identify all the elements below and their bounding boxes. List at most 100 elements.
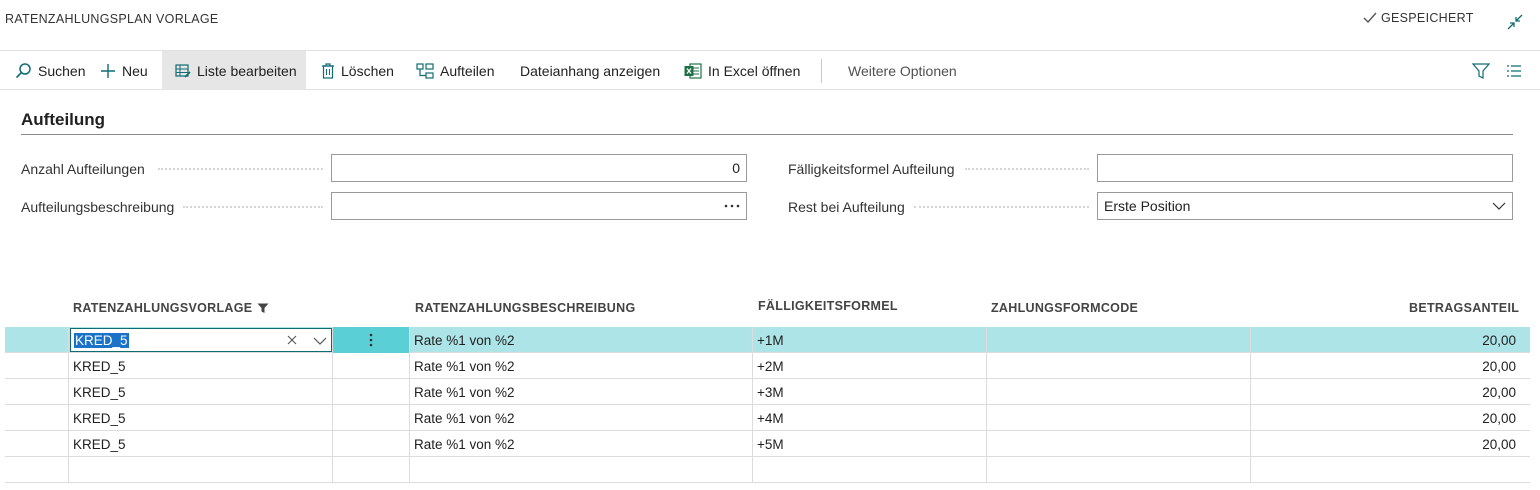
amount-share-cell[interactable] — [1250, 457, 1530, 483]
excel-icon — [684, 62, 702, 79]
row-selector[interactable] — [5, 327, 68, 353]
show-attachment-button[interactable]: Dateianhang anzeigen — [520, 51, 660, 90]
action-bar: Suchen Neu Liste bearbeiten Löschen Auft… — [0, 50, 1540, 90]
remainder-label: Rest bei Aufteilung — [788, 199, 905, 215]
description-cell[interactable]: Rate %1 von %2 — [409, 405, 752, 431]
remainder-select[interactable]: Erste Position — [1097, 192, 1513, 220]
description-cell[interactable]: Rate %1 von %2 — [409, 327, 752, 353]
template-cell[interactable]: KRED_5 — [68, 405, 332, 431]
num-splits-leader — [158, 168, 323, 170]
open-in-excel-button[interactable]: In Excel öffnen — [684, 51, 800, 90]
due-formula-cell[interactable]: +3M — [752, 379, 986, 405]
description-cell[interactable]: Rate %1 von %2 — [409, 431, 752, 457]
edit-list-button[interactable]: Liste bearbeiten — [162, 51, 306, 90]
split-description-field[interactable] — [331, 192, 747, 220]
payment-method-cell[interactable] — [986, 405, 1250, 431]
table-row[interactable]: KRED_5 Rate %1 von %2 +5M 20,00 — [5, 431, 1530, 457]
template-cell[interactable] — [68, 457, 332, 483]
row-menu-cell[interactable] — [332, 327, 409, 353]
description-cell[interactable]: Rate %1 von %2 — [409, 379, 752, 405]
filter-funnel-icon — [257, 303, 269, 314]
chevron-down-icon[interactable] — [313, 337, 327, 345]
due-formula-field[interactable] — [1097, 154, 1513, 182]
amount-share-cell[interactable]: 20,00 — [1250, 327, 1530, 353]
template-cell[interactable]: KRED_5 — [68, 431, 332, 457]
clear-icon[interactable] — [287, 335, 297, 345]
section-title: Aufteilung — [21, 110, 106, 129]
amount-share-cell[interactable]: 20,00 — [1250, 353, 1530, 379]
row-menu-cell[interactable] — [332, 353, 409, 379]
due-formula-cell[interactable]: +1M — [752, 327, 986, 353]
payment-method-cell[interactable] — [986, 457, 1250, 483]
row-menu-cell[interactable] — [332, 405, 409, 431]
search-button[interactable]: Suchen — [14, 51, 85, 90]
num-splits-value: 0 — [732, 160, 740, 176]
description-cell[interactable]: Rate %1 von %2 — [409, 353, 752, 379]
template-cell[interactable]: KRED_5 — [68, 327, 332, 353]
search-button-label: Suchen — [38, 62, 86, 79]
edit-list-icon — [175, 63, 191, 78]
split-button[interactable]: Aufteilen — [416, 51, 494, 90]
more-options-button[interactable]: Weitere Optionen — [848, 51, 957, 90]
amount-share-cell[interactable]: 20,00 — [1250, 405, 1530, 431]
template-cell[interactable]: KRED_5 — [68, 353, 332, 379]
list-view-icon — [1506, 64, 1522, 78]
more-options-button-label: Weitere Optionen — [848, 62, 957, 79]
saved-status: GESPEICHERT — [1362, 11, 1474, 25]
split-icon — [416, 62, 434, 79]
due-formula-cell[interactable]: +4M — [752, 405, 986, 431]
template-cell[interactable]: KRED_5 — [68, 379, 332, 405]
row-selector[interactable] — [5, 457, 68, 483]
more-vertical-icon[interactable] — [369, 333, 373, 347]
delete-button-label: Löschen — [341, 62, 394, 79]
section-divider — [21, 134, 1513, 135]
trash-icon — [321, 62, 335, 79]
edit-list-button-label: Liste bearbeiten — [197, 62, 297, 79]
saved-status-label: GESPEICHERT — [1381, 11, 1474, 25]
amount-share-cell[interactable]: 20,00 — [1250, 431, 1530, 457]
row-selector[interactable] — [5, 353, 68, 379]
row-menu-cell[interactable] — [332, 457, 409, 483]
column-header-template-label: RATENZAHLUNGSVORLAGE — [73, 301, 253, 315]
template-input[interactable]: KRED_5 — [70, 328, 332, 352]
table-row[interactable]: KRED_5 Rate %1 von %2 +4M 20,00 — [5, 405, 1530, 431]
description-cell[interactable] — [409, 457, 752, 483]
filter-button[interactable] — [1472, 51, 1490, 90]
payment-method-cell[interactable] — [986, 353, 1250, 379]
list-view-button[interactable] — [1506, 51, 1522, 90]
payment-method-cell[interactable] — [986, 431, 1250, 457]
amount-share-cell[interactable]: 20,00 — [1250, 379, 1530, 405]
table-row[interactable]: KRED_5 Rate %1 von %2 +1M 20,00 — [5, 327, 1530, 353]
payment-method-cell[interactable] — [986, 327, 1250, 353]
row-selector[interactable] — [5, 431, 68, 457]
open-in-excel-button-label: In Excel öffnen — [708, 62, 801, 79]
row-selector[interactable] — [5, 379, 68, 405]
split-button-label: Aufteilen — [440, 62, 495, 79]
column-header-payment-method[interactable]: ZAHLUNGSFORMCODE — [991, 301, 1138, 315]
due-formula-cell[interactable] — [752, 457, 986, 483]
due-formula-cell[interactable]: +5M — [752, 431, 986, 457]
column-header-template[interactable]: RATENZAHLUNGSVORLAGE — [73, 301, 269, 315]
show-attachment-button-label: Dateianhang anzeigen — [520, 62, 661, 79]
new-button[interactable]: Neu — [100, 51, 148, 90]
payment-method-cell[interactable] — [986, 379, 1250, 405]
new-entry-row[interactable] — [5, 457, 1530, 483]
due-formula-cell[interactable]: +2M — [752, 353, 986, 379]
page-title: RATENZAHLUNGSPLAN VORLAGE — [5, 12, 219, 26]
column-header-amount-share[interactable]: BETRAGSANTEIL — [1409, 301, 1519, 315]
row-menu-cell[interactable] — [332, 379, 409, 405]
toolbar-separator — [821, 59, 822, 83]
column-header-due-formula[interactable]: FÄLLIGKEITSFORMEL — [758, 299, 898, 313]
collapse-icon[interactable] — [1505, 12, 1525, 32]
ellipsis-icon[interactable] — [724, 203, 740, 209]
table-row[interactable]: KRED_5 Rate %1 von %2 +2M 20,00 — [5, 353, 1530, 379]
row-menu-cell[interactable] — [332, 431, 409, 457]
split-description-label: Aufteilungsbeschreibung — [21, 199, 175, 215]
row-selector[interactable] — [5, 405, 68, 431]
delete-button[interactable]: Löschen — [321, 51, 394, 90]
due-formula-leader — [965, 168, 1089, 170]
table-row[interactable]: KRED_5 Rate %1 von %2 +3M 20,00 — [5, 379, 1530, 405]
filter-icon — [1472, 62, 1490, 79]
column-header-description[interactable]: RATENZAHLUNGSBESCHREIBUNG — [415, 301, 635, 315]
num-splits-field[interactable]: 0 — [331, 154, 747, 182]
